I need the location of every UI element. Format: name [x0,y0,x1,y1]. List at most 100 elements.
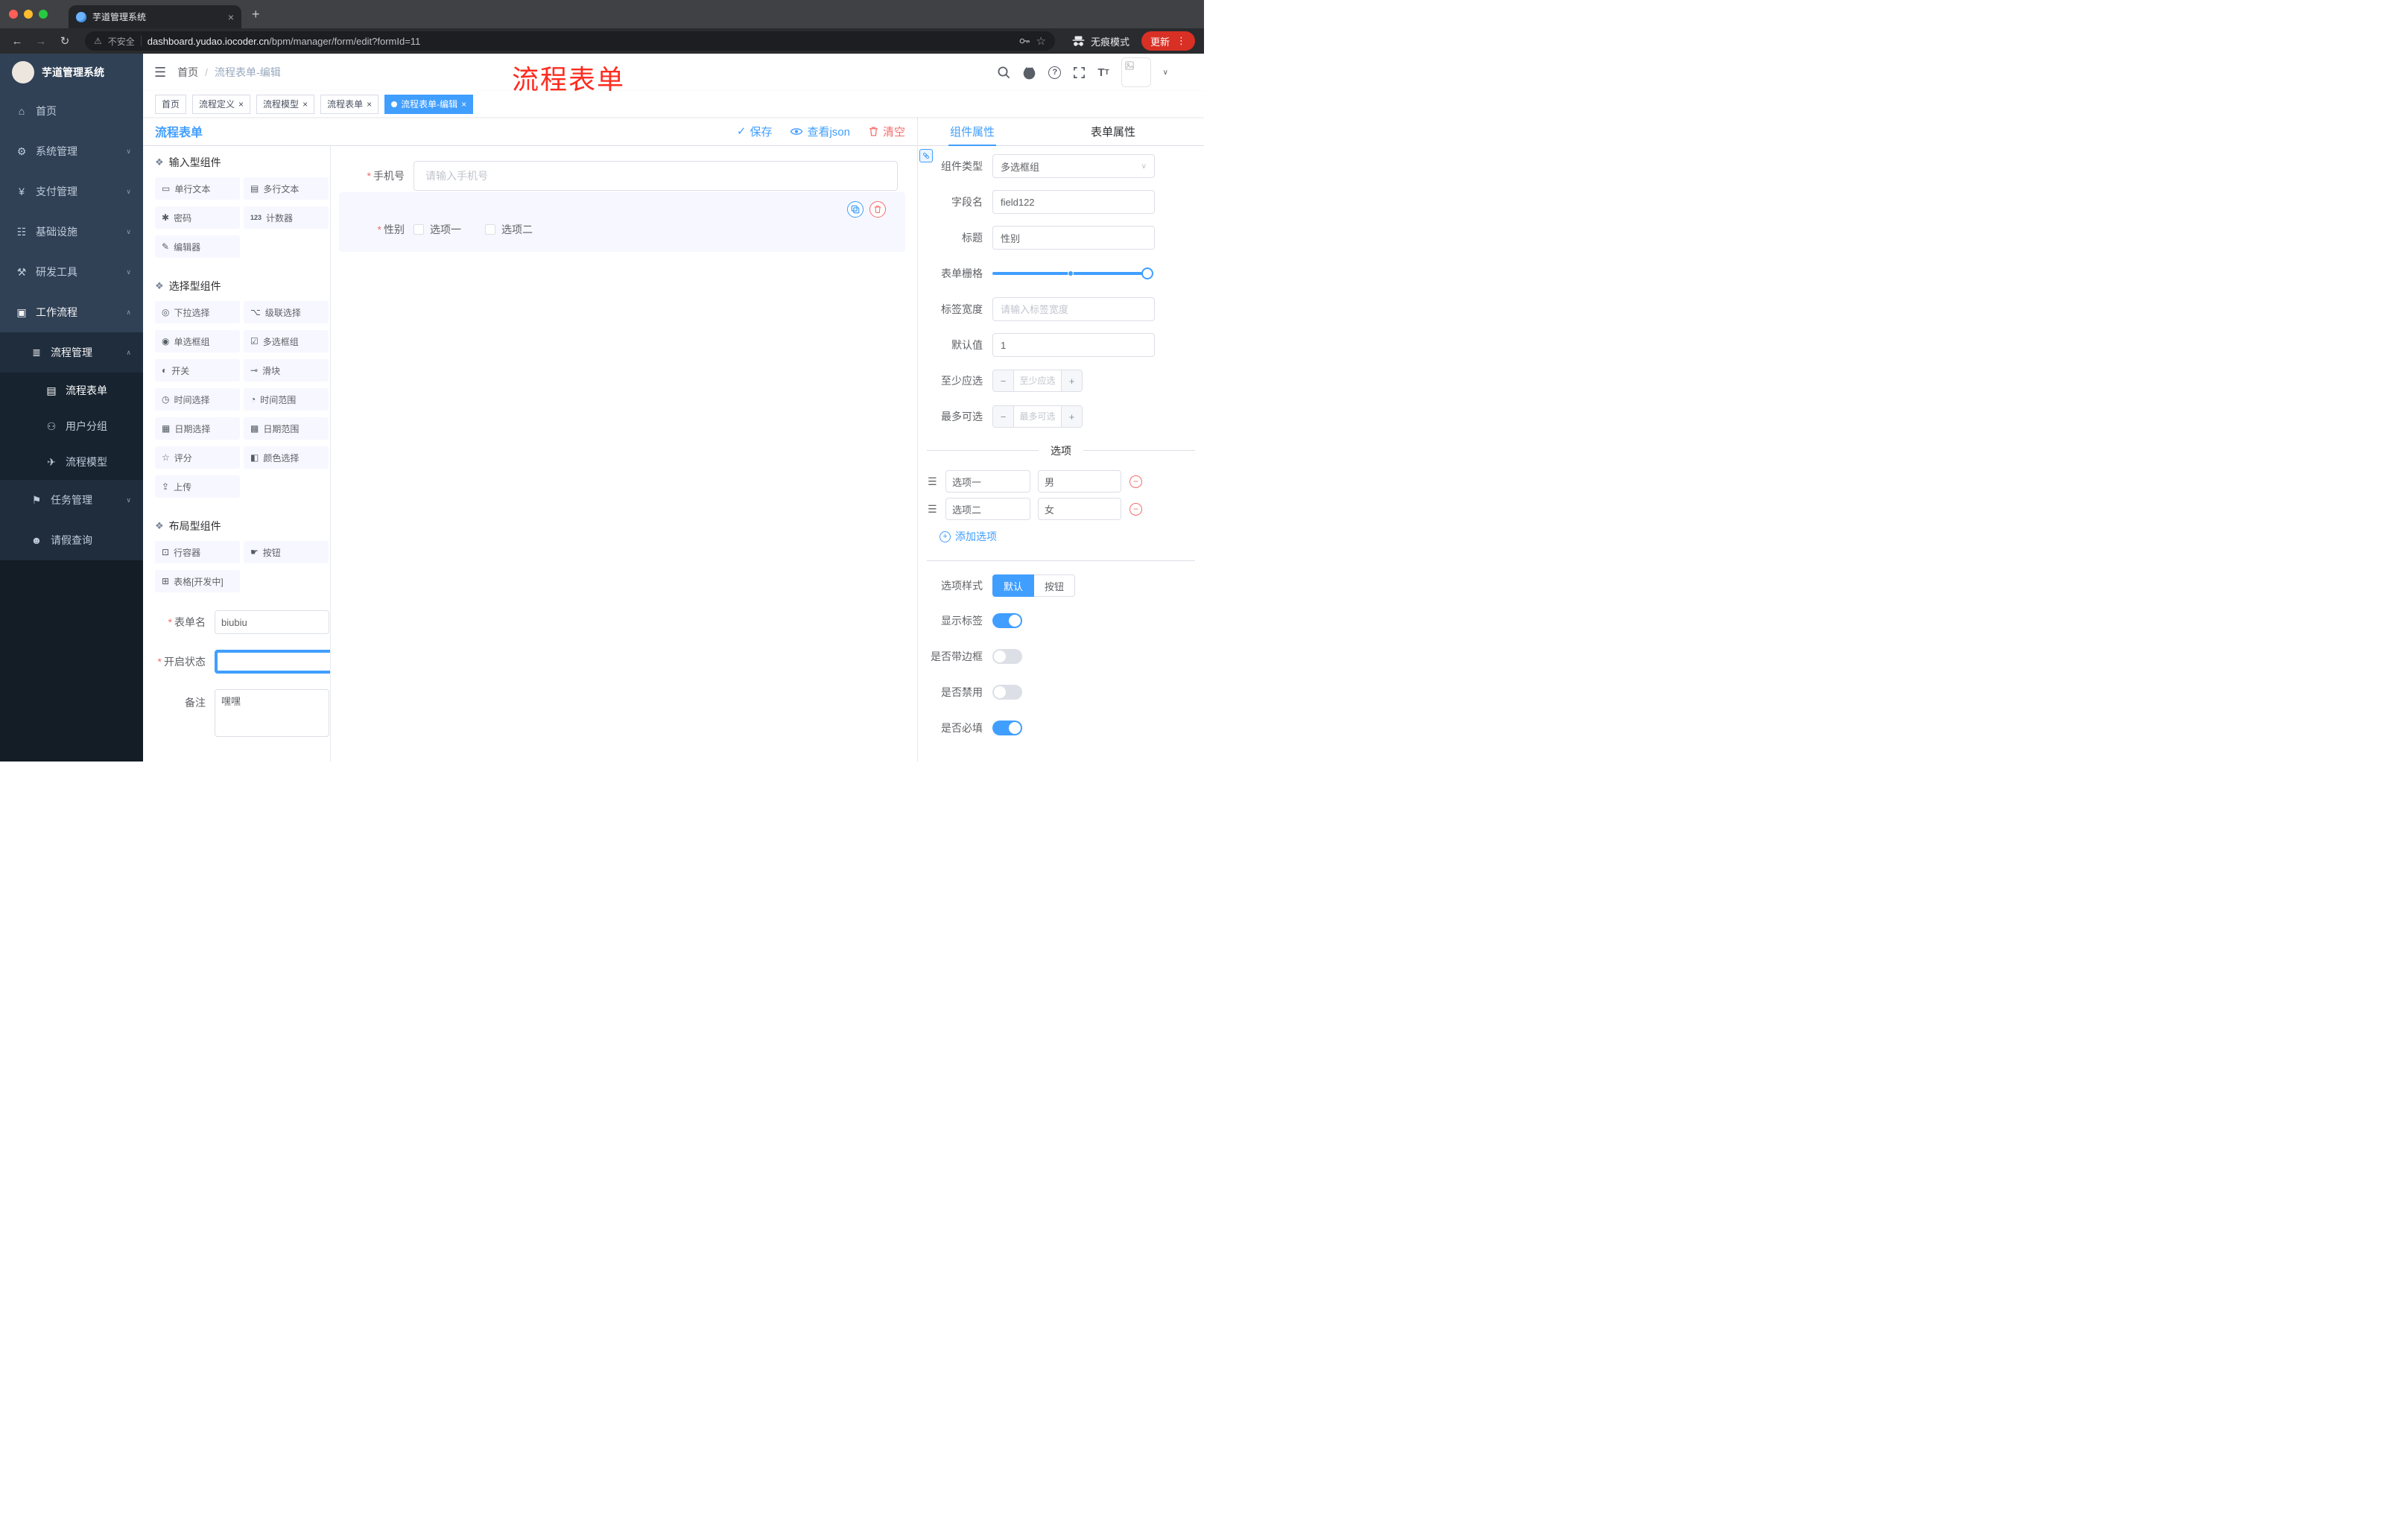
tag-close-icon[interactable]: × [238,99,244,110]
search-icon[interactable] [997,66,1010,79]
reload-icon[interactable]: ↻ [57,34,73,48]
palette-item-switch[interactable]: ◐ 开关 [155,359,240,381]
bookmark-star-icon[interactable]: ☆ [1036,34,1046,48]
browser-tab[interactable]: 芋道管理系统 × [69,5,241,28]
palette-item-time-picker[interactable]: ◷ 时间选择 [155,388,240,411]
canvas-field-gender-selected[interactable]: * 性别 选项一 选项二 [339,192,905,252]
sidebar-item-process-manage[interactable]: ≣ 流程管理 ∧ [0,332,143,373]
add-option-button[interactable]: + 添加选项 [940,529,1204,544]
palette-item-time-range[interactable]: ◔ 时间范围 [244,388,329,411]
form-grid-slider[interactable] [992,262,1155,285]
decrease-button[interactable]: − [993,406,1014,427]
address-bar[interactable]: ⚠ 不安全 dashboard.yudao.iocoder.cn/bpm/man… [85,31,1055,51]
sidebar-item-workflow[interactable]: ▣ 工作流程 ∧ [0,292,143,332]
tag-home[interactable]: 首页 [155,94,187,114]
required-toggle[interactable] [992,721,1022,735]
clear-button[interactable]: 清空 [868,124,905,139]
default-value-input[interactable] [992,333,1155,357]
tag-close-icon[interactable]: × [461,99,466,110]
delete-field-button[interactable] [869,201,886,218]
browser-menu-icon[interactable]: ⋮ [1176,35,1186,47]
decrease-button[interactable]: − [993,370,1014,391]
style-button-button[interactable]: 按钮 [1034,574,1076,597]
palette-item-select[interactable]: ◎ 下拉选择 [155,301,240,323]
remove-option-button[interactable]: − [1129,502,1142,516]
sidebar-item-task-manage[interactable]: ⚑ 任务管理 ∨ [0,480,143,520]
sidebar-item-process-form[interactable]: ▤ 流程表单 [0,373,143,408]
palette-item-counter[interactable]: 123 计数器 [244,206,329,229]
forward-icon[interactable]: → [33,35,49,48]
palette-item-password[interactable]: ✱ 密码 [155,206,240,229]
phone-input[interactable] [414,161,898,191]
sidebar-item-dev-tools[interactable]: ⚒ 研发工具 ∨ [0,252,143,292]
sidebar-item-process-model[interactable]: ✈ 流程模型 [0,444,143,480]
option1-label-input[interactable] [945,470,1030,493]
max-select-input[interactable] [1014,406,1061,427]
field-name-input[interactable] [992,190,1155,214]
disabled-toggle[interactable] [992,685,1022,700]
avatar-caret-icon[interactable]: ∨ [1163,69,1168,77]
drag-handle-icon[interactable]: ☰ [928,503,940,516]
hamburger-icon[interactable]: ☰ [143,65,177,80]
sidebar-item-leave-query[interactable]: ☻ 请假查询 [0,520,143,560]
increase-button[interactable]: + [1061,370,1082,391]
tab-form-props[interactable]: 表单属性 [1089,117,1137,145]
tag-close-icon[interactable]: × [302,99,308,110]
view-json-button[interactable]: 查看json [790,124,850,139]
breadcrumb-home[interactable]: 首页 [177,65,198,80]
duplicate-field-button[interactable] [847,201,864,218]
status-on-radio[interactable]: 开启 [215,647,330,677]
palette-item-slider[interactable]: ⊸ 滑块 [244,359,329,381]
form-remark-textarea[interactable]: 嘿嘿 [215,689,329,737]
sidebar-item-user-group[interactable]: ⚇ 用户分组 [0,408,143,444]
palette-item-date-range[interactable]: ▩ 日期范围 [244,417,329,440]
option1-value-input[interactable] [1038,470,1121,493]
component-type-select[interactable]: 多选框组 ∨ [992,154,1155,178]
palette-item-cascader[interactable]: ⌥ 级联选择 [244,301,329,323]
back-icon[interactable]: ← [9,35,25,48]
drag-handle-icon[interactable]: ☰ [928,475,940,488]
tag-process-form[interactable]: 流程表单 × [320,94,379,114]
title-input[interactable] [992,226,1155,250]
slider-thumb[interactable] [1141,267,1153,279]
sidebar-item-infrastructure[interactable]: ☷ 基础设施 ∨ [0,212,143,252]
maximize-window-button[interactable] [39,10,48,19]
tag-close-icon[interactable]: × [367,99,372,110]
palette-item-color-picker[interactable]: ◧ 颜色选择 [244,446,329,469]
avatar[interactable] [1121,57,1151,87]
palette-item-table[interactable]: ⊞ 表格[开发中] [155,570,240,592]
min-select-input[interactable] [1014,370,1061,391]
palette-item-button[interactable]: ☛ 按钮 [244,541,329,563]
app-logo[interactable]: 芋道管理系统 [0,54,143,91]
show-label-toggle[interactable] [992,613,1022,628]
tag-process-form-edit[interactable]: 流程表单-编辑 × [384,94,474,114]
gender-option2-checkbox[interactable]: 选项二 [485,222,533,237]
sidebar-item-home[interactable]: ⌂ 首页 [0,91,143,131]
panel-link-button[interactable] [919,149,933,162]
option2-value-input[interactable] [1038,498,1121,520]
option2-label-input[interactable] [945,498,1030,520]
form-name-input[interactable] [215,610,329,634]
close-window-button[interactable] [9,10,18,19]
tag-process-definition[interactable]: 流程定义 × [192,94,251,114]
help-icon[interactable]: ? [1048,66,1062,79]
fullscreen-icon[interactable] [1073,66,1086,79]
remove-option-button[interactable]: − [1129,475,1142,488]
palette-item-multi-line-text[interactable]: ▤ 多行文本 [244,177,329,200]
palette-item-editor[interactable]: ✎ 编辑器 [155,235,240,258]
palette-item-rate[interactable]: ☆ 评分 [155,446,240,469]
canvas-field-phone[interactable]: * 手机号 [339,161,898,191]
save-button[interactable]: ✓ 保存 [737,124,773,139]
palette-item-radio-group[interactable]: ◉ 单选框组 [155,330,240,352]
password-key-icon[interactable] [1018,35,1030,47]
font-size-icon[interactable]: TT [1097,66,1109,79]
palette-item-upload[interactable]: ⇪ 上传 [155,475,240,498]
style-default-button[interactable]: 默认 [992,574,1035,597]
minimize-window-button[interactable] [24,10,33,19]
palette-item-single-line-text[interactable]: ▭ 单行文本 [155,177,240,200]
github-icon[interactable] [1022,66,1036,80]
gender-option1-checkbox[interactable]: 选项一 [414,222,461,237]
border-toggle[interactable] [992,649,1022,664]
sidebar-item-payment[interactable]: ¥ 支付管理 ∨ [0,171,143,212]
update-button[interactable]: 更新 ⋮ [1141,31,1195,51]
